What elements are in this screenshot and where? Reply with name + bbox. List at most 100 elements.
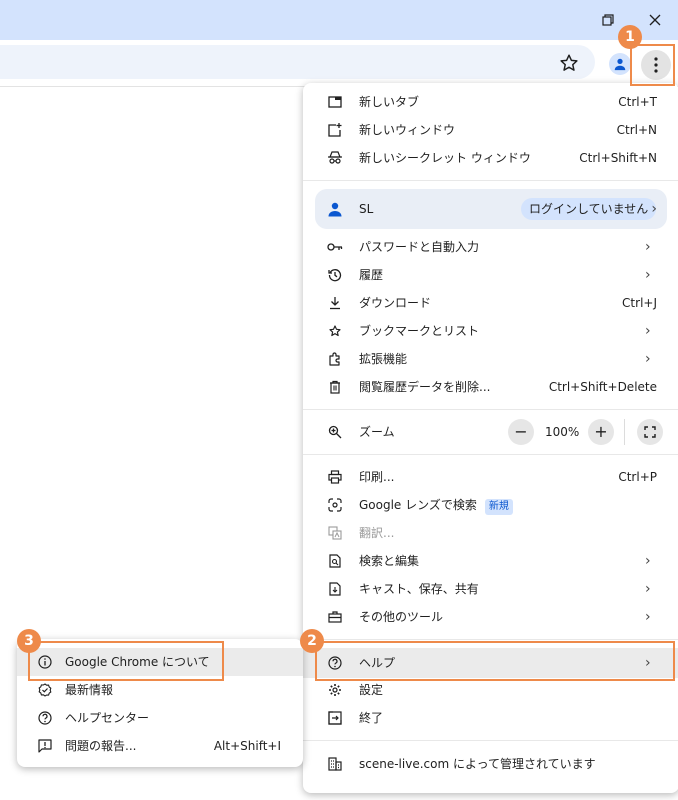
submenu-item-help-center[interactable]: ヘルプセンター (17, 704, 303, 732)
new-incognito-shortcut: Ctrl+Shift+N (579, 151, 657, 165)
new-window-shortcut: Ctrl+N (616, 123, 657, 137)
new-tab-label: 新しいタブ (359, 95, 420, 109)
building-icon (327, 756, 343, 772)
extensions-label: 拡張機能 (359, 352, 408, 366)
profile-row[interactable]: SL ログインしていません › (315, 189, 667, 229)
new-tab-shortcut: Ctrl+T (618, 95, 657, 109)
menu-item-clear-data[interactable]: 閲覧履歴データを削除... Ctrl+Shift+Delete (303, 373, 678, 401)
menu-item-extensions[interactable]: 拡張機能 › (303, 345, 678, 373)
gear-icon (327, 682, 343, 698)
new-badge: 新規 (484, 499, 513, 515)
fullscreen-icon (644, 426, 656, 438)
zoom-level: 100% (545, 425, 580, 439)
chevron-right-icon: › (645, 553, 651, 569)
menu-item-zoom: ズーム (303, 418, 678, 446)
submenu-item-report-issue[interactable]: 問題の報告... Alt+Shift+I (17, 732, 303, 760)
history-label: 履歴 (359, 268, 384, 282)
zoom-in-button[interactable]: + (588, 419, 614, 445)
title-bar (0, 0, 678, 40)
zoom-icon (327, 424, 343, 440)
downloads-label: ダウンロード (359, 296, 432, 310)
menu-item-exit[interactable]: 終了 (303, 704, 678, 732)
downloads-shortcut: Ctrl+J (622, 296, 657, 310)
zoom-label: ズーム (359, 425, 395, 439)
download-icon (327, 295, 343, 311)
star-icon (560, 54, 578, 71)
translate-icon (327, 525, 343, 541)
new-incognito-label: 新しいシークレット ウィンドウ (359, 151, 531, 165)
menu-item-new-incognito[interactable]: 新しいシークレット ウィンドウ Ctrl+Shift+N (303, 144, 678, 172)
close-icon (649, 14, 661, 26)
bookmark-star-button[interactable] (558, 52, 580, 74)
callout-badge-2: 2 (300, 629, 324, 653)
exit-label: 終了 (359, 711, 384, 725)
callout-box-menu-button (630, 44, 675, 86)
menu-item-print[interactable]: 印刷... Ctrl+P (303, 463, 678, 491)
print-shortcut: Ctrl+P (618, 470, 657, 484)
printer-icon (327, 469, 343, 485)
find-page-icon (327, 553, 343, 569)
find-edit-label: 検索と編集 (359, 554, 420, 568)
feedback-icon (37, 738, 53, 754)
callout-badge-3: 3 (17, 629, 41, 653)
menu-item-managed[interactable]: scene-live.com によって管理されています (303, 750, 678, 778)
menu-divider (303, 409, 678, 410)
cast-save-label: キャスト、保存、共有 (359, 582, 479, 596)
menu-divider (303, 180, 678, 181)
bookmarks-label: ブックマークとリスト (359, 324, 480, 338)
zoom-out-button[interactable]: − (508, 419, 534, 445)
menu-item-cast-save[interactable]: キャスト、保存、共有 › (303, 575, 678, 603)
toolbar (0, 40, 678, 86)
clear-data-label: 閲覧履歴データを削除... (359, 380, 491, 394)
fullscreen-button[interactable] (637, 419, 663, 445)
whats-new-label: 最新情報 (65, 683, 114, 697)
menu-divider (303, 740, 678, 741)
menu-item-new-tab[interactable]: 新しいタブ Ctrl+T (303, 88, 678, 116)
close-window-button[interactable] (643, 8, 667, 32)
address-bar[interactable] (0, 45, 595, 79)
help-center-label: ヘルプセンター (65, 711, 150, 725)
menu-item-downloads[interactable]: ダウンロード Ctrl+J (303, 289, 678, 317)
more-tools-label: その他のツール (359, 610, 444, 624)
zoom-divider (624, 419, 625, 445)
puzzle-icon (327, 351, 343, 367)
lens-icon (327, 497, 343, 513)
managed-label: scene-live.com によって管理されています (359, 757, 596, 771)
callout-badge-1: 1 (618, 25, 642, 49)
clear-data-shortcut: Ctrl+Shift+Delete (548, 380, 657, 394)
menu-item-more-tools[interactable]: その他のツール › (303, 603, 678, 631)
passwords-label: パスワードと自動入力 (359, 240, 480, 254)
chevron-right-icon: › (645, 323, 651, 339)
key-icon (327, 239, 343, 255)
profile-button[interactable] (609, 53, 631, 75)
chevron-right-icon: › (645, 351, 651, 367)
profile-name: SL (359, 202, 374, 216)
new-window-icon (327, 122, 343, 138)
report-issue-label: 問題の報告... (65, 739, 137, 753)
google-lens-label: Google レンズで検索 (359, 498, 477, 512)
chrome-menu: 新しいタブ Ctrl+T 新しいウィンドウ Ctrl+N 新しいシークレット ウ… (303, 83, 678, 793)
menu-divider (303, 454, 678, 455)
settings-label: 設定 (359, 683, 384, 697)
callout-box-help (315, 641, 675, 681)
toolbox-icon (327, 609, 343, 625)
new-tab-icon (327, 94, 343, 110)
menu-item-find-edit[interactable]: 検索と編集 › (303, 547, 678, 575)
restore-icon (602, 14, 614, 26)
star-icon (327, 323, 343, 339)
help-icon (37, 710, 53, 726)
menu-item-passwords[interactable]: パスワードと自動入力 › (303, 233, 678, 261)
menu-item-history[interactable]: 履歴 › (303, 261, 678, 289)
restore-window-button[interactable] (596, 8, 620, 32)
menu-item-new-window[interactable]: 新しいウィンドウ Ctrl+N (303, 116, 678, 144)
new-window-label: 新しいウィンドウ (359, 123, 456, 137)
signin-status-badge: ログインしていません (521, 198, 657, 220)
callout-box-about-chrome (28, 641, 224, 681)
plus-icon: + (594, 422, 608, 441)
chevron-right-icon: › (645, 581, 651, 597)
exit-icon (327, 710, 343, 726)
report-issue-shortcut: Alt+Shift+I (213, 739, 281, 753)
menu-item-google-lens[interactable]: Google レンズで検索 新規 (303, 491, 678, 519)
chevron-right-icon: › (645, 239, 651, 255)
menu-item-bookmarks[interactable]: ブックマークとリスト › (303, 317, 678, 345)
